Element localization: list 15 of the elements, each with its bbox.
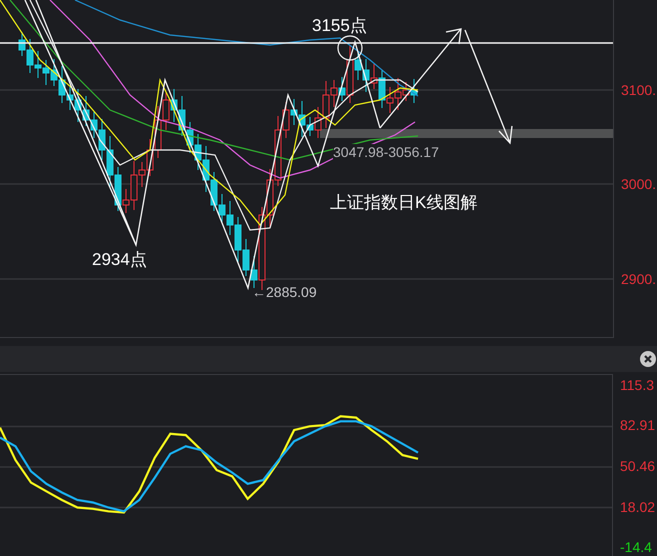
low-label: 2934点: [92, 251, 147, 268]
support-range-label: 3047.98-3056.17: [333, 144, 439, 160]
low-price-label: ←2885.09: [252, 285, 317, 299]
axis-label: 82.91: [620, 417, 656, 434]
peak-label: 3155点: [312, 17, 367, 34]
chart-title: 上证指数日K线图解: [330, 194, 478, 211]
peak-circle: [337, 35, 363, 61]
axis-label: 50.46: [620, 458, 656, 474]
axis-label: -14.4: [620, 539, 652, 555]
axis-label: 18.02: [620, 498, 656, 514]
axis-label: 2900.: [621, 271, 656, 287]
axis-label: 115.3: [620, 376, 654, 393]
axis-label: 3100.: [621, 82, 656, 98]
close-icon[interactable]: [640, 351, 656, 367]
axis-label: 3000.: [621, 176, 656, 192]
